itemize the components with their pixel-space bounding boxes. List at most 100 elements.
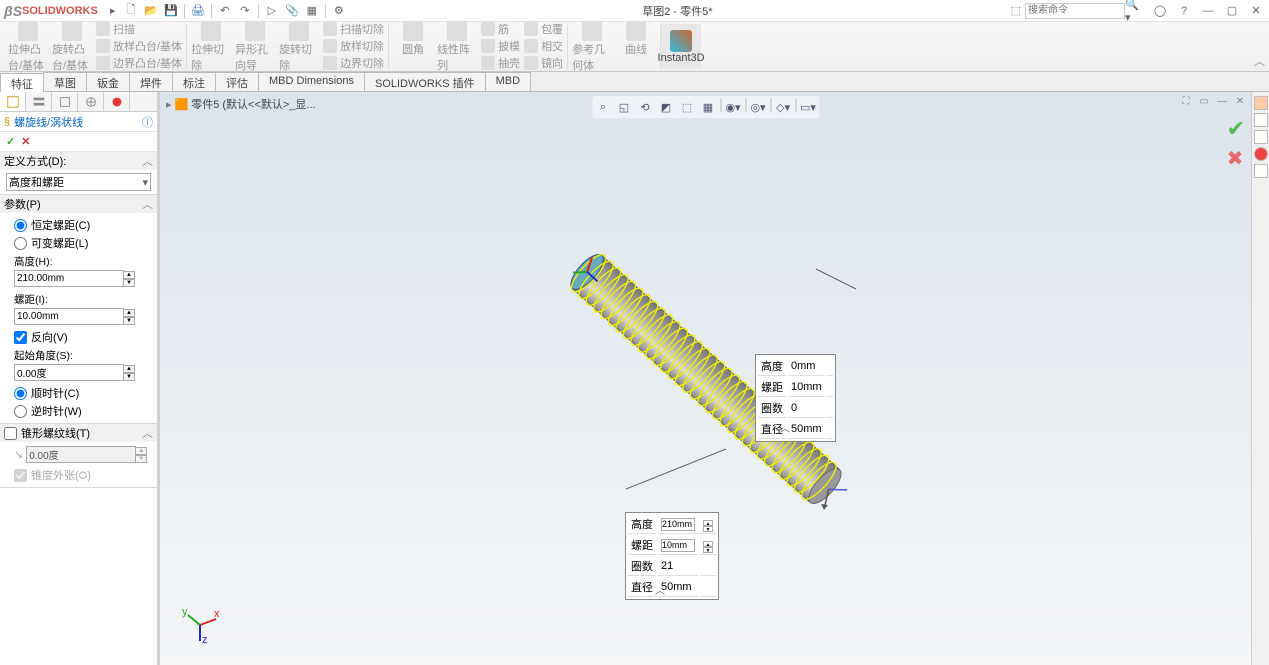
crumb-part[interactable]: 零件5 [191,96,219,112]
curves-button[interactable]: 曲线 [616,21,656,73]
undo-icon[interactable]: ↶ [216,2,234,20]
spin-up[interactable]: ▲ [123,271,135,279]
extrude-boss-button[interactable]: 拉伸凸台/基体 [8,21,48,73]
expand-tree-icon[interactable]: ▸ [166,98,172,111]
collapse-icon[interactable]: ︿ [142,153,153,169]
minimize-icon[interactable]: — [1199,2,1217,20]
fm-tree-tab[interactable] [0,92,26,111]
revolve-cut-button[interactable]: 旋转切除 [279,21,319,73]
boundary-cut-button[interactable]: 边界切除 [323,55,384,71]
tab-mbddim[interactable]: MBD Dimensions [258,72,365,91]
taskpane-home-icon[interactable] [1254,96,1268,110]
tab-addins[interactable]: SOLIDWORKS 插件 [364,72,486,91]
section-view-icon[interactable]: ◩ [657,98,675,116]
extrude-cut-button[interactable]: 拉伸切除 [191,21,231,73]
tab-feature[interactable]: 特征 [0,73,44,92]
dimxpert-tab[interactable] [78,92,104,111]
new-icon[interactable]: 🗋 [122,2,140,20]
startang-input[interactable] [14,364,124,381]
sweep-cut-button[interactable]: 扫描切除 [323,21,384,37]
attach-icon[interactable]: 📎 [283,2,301,20]
display-tab[interactable] [104,92,130,111]
shell-button[interactable]: 抽壳 [481,55,520,71]
draft-button[interactable]: 披模 [481,38,520,54]
user-icon[interactable]: ◯ [1151,2,1169,20]
taskpane-design-icon[interactable] [1254,113,1268,127]
spin-down[interactable]: ▼ [123,317,135,325]
reverse-check[interactable] [14,331,27,344]
intersect-button[interactable]: 相交 [524,38,563,54]
tab-dimxpert[interactable]: 标注 [172,72,216,91]
scene-icon[interactable]: ◇▾ [774,98,792,116]
open-icon[interactable]: 📂 [142,2,160,20]
view-orient-icon[interactable]: ⬚ [678,98,696,116]
options-icon[interactable]: ⚙ [330,2,348,20]
definition-combo[interactable]: 高度和螺距▾ [6,173,151,191]
appearance-icon[interactable]: ◎▾ [749,98,767,116]
dropdown-icon[interactable]: ▸ [104,2,122,20]
search-dropdown-icon[interactable]: 🔍▾ [1125,2,1143,20]
sweep-button[interactable]: 扫描 [96,21,182,37]
instant3d-button[interactable]: Instant3D [661,24,701,69]
ok-button[interactable]: ✓ [6,135,15,148]
fillet-button[interactable]: 圆角 [393,21,433,73]
loft-button[interactable]: 放样凸台/基体 [96,38,182,54]
help-info-icon[interactable]: ⓘ [142,114,153,130]
config-tab[interactable] [52,92,78,111]
restore-icon[interactable]: ▢ [1223,2,1241,20]
rebuild-icon[interactable]: ▦ [303,2,321,20]
view-min-icon[interactable]: — [1215,96,1229,110]
print-icon[interactable]: 🖨 [189,2,207,20]
loft-cut-button[interactable]: 放样切除 [323,38,384,54]
height-input[interactable] [14,270,124,287]
taskpane-appear-icon[interactable] [1254,147,1268,161]
cw-radio[interactable] [14,387,27,400]
callout-height-input[interactable] [661,518,695,531]
zoom-fit-icon[interactable]: ⌕ [594,98,612,116]
var-pitch-radio[interactable] [14,237,27,250]
revolve-boss-button[interactable]: 旋转凸台/基体 [52,21,92,73]
spin-down[interactable]: ▼ [123,373,135,381]
wrap-button[interactable]: 包覆 [524,21,563,37]
collapse-icon[interactable]: ︿ [142,425,153,441]
hole-wizard-button[interactable]: 异形孔向导 [235,21,275,73]
graphics-view[interactable]: ▸ 🟧 零件5 (默认<<默认>_显... ⌕ ◱ ⟲ ◩ ⬚ ▦ ◉▾ ◎▾ … [160,92,1251,665]
tab-evaluate[interactable]: 评估 [215,72,259,91]
const-pitch-radio[interactable] [14,219,27,232]
spin-up[interactable]: ▲ [123,365,135,373]
ccw-radio[interactable] [14,405,27,418]
view-setting-icon[interactable]: ▭▾ [799,98,817,116]
view-close-icon[interactable]: ✕ [1233,96,1247,110]
tab-sketch[interactable]: 草图 [43,72,87,91]
close-icon[interactable]: ✕ [1247,2,1265,20]
help-icon[interactable]: ? [1175,2,1193,20]
rib-button[interactable]: 筋 [481,21,520,37]
callout-collapse-icon[interactable]: ︿ [655,582,665,597]
spin-up[interactable]: ▲ [123,309,135,317]
pattern-button[interactable]: 线性阵列 [437,21,477,73]
redo-icon[interactable]: ↷ [236,2,254,20]
taper-check[interactable] [4,427,17,440]
confirm-ok-icon[interactable]: ✔ [1227,116,1245,142]
prev-view-icon[interactable]: ⟲ [636,98,654,116]
callout-pitch-input[interactable] [661,539,695,552]
tab-weldment[interactable]: 焊件 [129,72,173,91]
view-expand-icon[interactable]: ⛶ [1179,96,1193,110]
search-input[interactable] [1025,3,1125,19]
save-icon[interactable]: 💾 [162,2,180,20]
boundary-button[interactable]: 边界凸台/基体 [96,55,182,71]
hide-show-icon[interactable]: ◉▾ [724,98,742,116]
cancel-button[interactable]: ✕ [21,135,30,148]
tab-mbd[interactable]: MBD [485,72,531,91]
spin-down[interactable]: ▼ [123,279,135,287]
select-icon[interactable]: ▷ [263,2,281,20]
view-triad[interactable]: x y z [180,605,220,645]
taskpane-prop-icon[interactable] [1254,130,1268,144]
search-help-icon[interactable]: ⬚ [1007,2,1025,20]
collapse-icon[interactable]: ︿ [142,196,153,212]
view-float-icon[interactable]: ▭ [1197,96,1211,110]
tab-sheetmetal[interactable]: 钣金 [86,72,130,91]
callout-collapse-icon[interactable]: ︿ [780,420,790,435]
mirror-button[interactable]: 镜向 [524,55,563,71]
pitch-input[interactable] [14,308,124,325]
